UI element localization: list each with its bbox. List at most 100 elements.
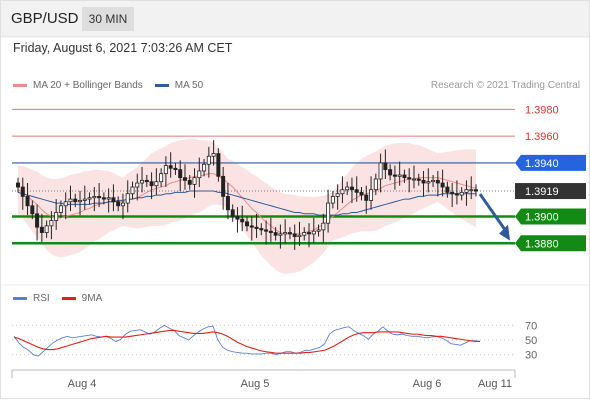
candle-body [130,186,135,195]
candle-body [249,225,254,228]
candle-body [68,198,73,203]
candle-body [182,177,187,181]
candle-body [192,177,197,185]
candle-body [63,201,68,207]
bollinger-band [18,138,476,274]
candle-body [292,233,297,237]
candle-body [421,179,426,184]
candle-body [206,155,211,165]
candle-body [416,178,421,181]
candle-body [149,181,154,187]
candle-body [278,233,283,236]
candle-body [135,182,140,188]
candle-body [82,198,87,201]
candle-body [73,198,78,203]
candle-body [473,189,478,192]
candle-body [450,191,455,195]
candle-body [20,186,25,197]
candle-body [173,167,178,171]
candle-body [469,189,474,192]
candle-body [78,200,83,203]
candle-body [202,163,207,172]
candle-body [302,232,307,236]
candle-body [187,179,192,185]
candle-body [397,174,402,177]
candle-body [268,230,273,233]
candle-body [383,162,388,171]
candle-body [307,232,312,235]
price-chart[interactable]: 1.3980 1.3960 1.3940 1.3919 1.3900 1.3880 70 50… [0,0,590,400]
x-tick-aug-11: Aug 11 [478,378,512,390]
candle-body [54,212,59,221]
x-tick-aug-6: Aug 6 [413,378,442,390]
candle-body [287,232,292,235]
candle-body [230,209,235,217]
candle-body [58,205,63,213]
candle-body [330,196,335,204]
candle-body [283,232,288,235]
candle-body [297,234,302,237]
candle-body [326,202,331,224]
candle-body [221,175,226,197]
candle-body [321,222,326,231]
candle-body [259,228,264,231]
candle-body [445,186,450,193]
candle-body [225,196,230,211]
candle-body [101,197,106,200]
rsi-tick-50: 50 [525,335,537,347]
level-1.3940-label: 1.3940 [525,158,559,170]
candle-body [216,153,221,177]
candle-body [140,179,145,184]
forecast-arrow-shaft [478,193,509,234]
candle-body [163,165,168,175]
candle-body [378,162,383,180]
candle-body [39,226,44,233]
candle-body [264,229,269,232]
candle-body [144,179,149,183]
candle-body [235,216,240,220]
candle-body [111,197,116,203]
candle-body [454,193,459,196]
candle-body [388,169,393,176]
candle-body [440,182,445,188]
candle-body [402,174,407,179]
candle-body [373,178,378,191]
candle-body [392,174,397,177]
candle-body [197,170,202,179]
candle-body [240,218,245,223]
candle-body [159,173,164,183]
candle-body [92,196,97,199]
level-1.3960-label: 1.3960 [525,131,559,143]
candle-body [244,221,249,227]
candle-body [431,179,436,183]
candle-body [97,196,102,199]
candle-body [49,220,54,227]
candle-body [44,225,49,233]
rsi-tick-70: 70 [525,320,537,332]
candle-body [311,230,316,235]
candle-body [211,153,216,157]
candle-body [359,191,364,196]
candle-body [30,205,35,215]
candle-body [168,165,173,169]
x-tick-aug-5: Aug 5 [241,378,270,390]
candle-body [426,181,431,184]
candle-body [411,178,416,181]
candle-body [254,226,259,229]
level-1.3919-label: 1.3919 [525,186,559,198]
candle-body [464,189,469,193]
candle-body [87,197,92,200]
candle-body [125,193,130,204]
candle-body [316,229,321,232]
candle-body [120,202,125,207]
candle-body [354,189,359,193]
level-1.3980-label: 1.3980 [525,104,559,116]
candle-body [369,189,374,201]
candle-body [459,191,464,196]
candle-body [435,179,440,184]
candle-body [407,177,412,180]
candle-body [273,232,278,236]
candle-body [154,181,159,187]
candle-body [15,182,20,188]
candle-body [340,189,345,195]
